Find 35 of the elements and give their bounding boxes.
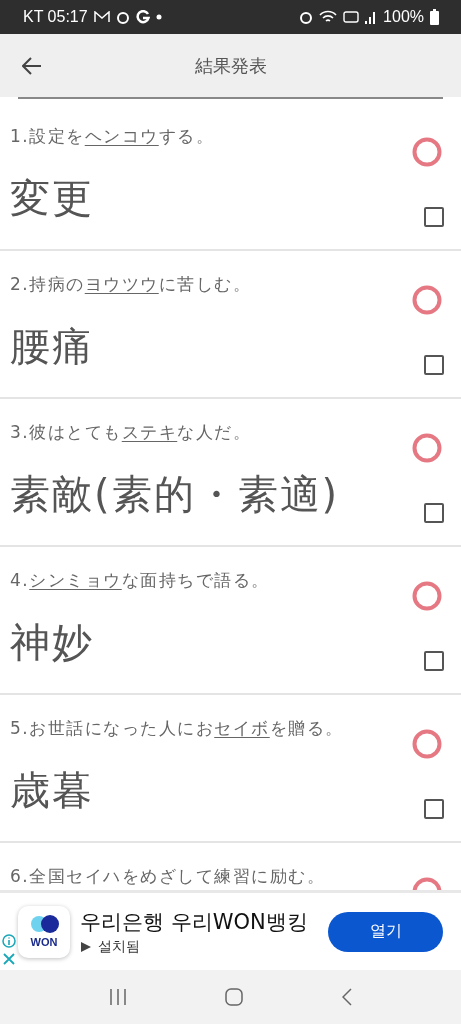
checkbox[interactable]	[424, 207, 444, 227]
question-text: 1.設定をヘンコウする。	[10, 125, 216, 147]
checkbox[interactable]	[424, 799, 444, 819]
home-icon[interactable]	[225, 988, 244, 1006]
dot-icon	[155, 14, 162, 20]
recent-apps-icon[interactable]	[109, 989, 128, 1005]
page-title: 結果発表	[194, 53, 267, 78]
answer-text: 神妙	[10, 618, 94, 667]
play-store-icon	[80, 940, 92, 953]
question-text: 2.持病の ヨウツウ に苦しむ。	[10, 273, 253, 295]
back-icon[interactable]	[341, 988, 352, 1006]
question-text: 6.全国セイハをめざして練習に励む。	[10, 865, 327, 887]
info-icon[interactable]	[2, 934, 16, 948]
ad-subtitle: 설치됨	[98, 937, 140, 956]
answer-text: 変更	[10, 174, 94, 223]
answer-text: 腰痛	[10, 322, 94, 371]
wifi-icon	[319, 10, 338, 24]
checkbox[interactable]	[424, 355, 444, 375]
open-button[interactable]: 열기	[328, 911, 443, 952]
app-logo: WON	[18, 905, 70, 958]
question-text: 3.彼はとても ステキ な人だ。	[10, 421, 253, 443]
g-icon	[135, 10, 150, 24]
battery-percent: 100%	[383, 8, 424, 26]
question-text: 5.お世話になった人におセイボ を贈る。	[10, 717, 345, 739]
battery-icon	[430, 9, 439, 25]
checkbox[interactable]	[424, 651, 444, 671]
signal-icon	[365, 10, 378, 24]
close-icon[interactable]	[2, 952, 16, 966]
answer-text: 素敵(素的・素適)	[10, 470, 340, 519]
answer-text: 歳暮	[10, 766, 94, 815]
checkbox[interactable]	[424, 503, 444, 523]
carrier-time: KT 05:17	[23, 8, 88, 26]
mail-icon	[93, 11, 110, 23]
question-text: 4.シンミョウ な面持ちで語る。	[10, 569, 271, 591]
ad-title: 우리은행 우리WON뱅킹	[80, 908, 309, 936]
